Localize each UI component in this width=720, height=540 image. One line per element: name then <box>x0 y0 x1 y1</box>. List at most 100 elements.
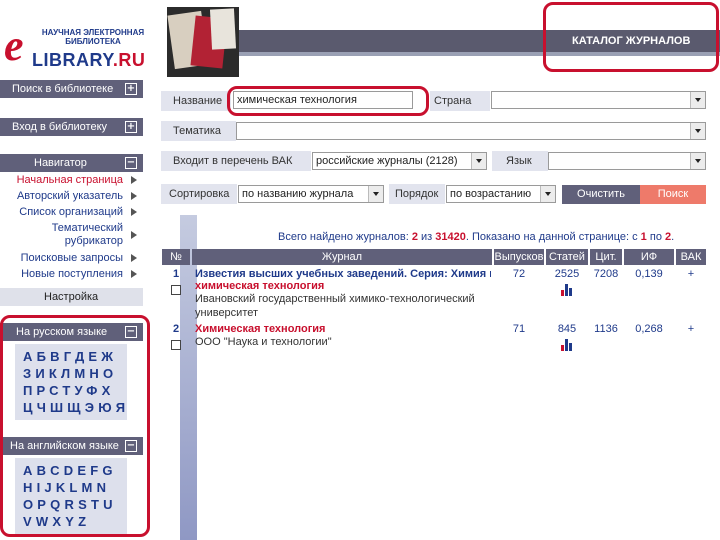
col-header-vak[interactable]: ВАК <box>676 249 706 265</box>
russian-head-label: На русском языке <box>16 326 108 338</box>
nav-item-home[interactable]: Начальная страница <box>0 172 143 188</box>
summary-found-count: 2 <box>411 231 418 243</box>
photo-magazine <box>209 8 237 50</box>
search-library-label: Поиск в библиотеке <box>12 83 114 95</box>
summary-total-count: 31420 <box>435 231 466 243</box>
chevron-down-icon <box>690 123 705 139</box>
minus-icon: − <box>125 440 137 452</box>
nav-item-label: Авторский указатель <box>16 190 123 202</box>
journal-title-link[interactable]: Химическая технология <box>195 322 491 336</box>
sort-select-value: по названию журнала <box>242 188 354 200</box>
vak-mark: + <box>687 268 695 280</box>
row-number: 1 <box>172 268 180 280</box>
journal-title-continuation[interactable]: химическая технология <box>195 279 324 293</box>
summary-of: из <box>421 231 433 243</box>
alphabet-row[interactable]: VWXYZ <box>23 513 123 530</box>
login-library-button[interactable]: Вход в библиотеку + <box>0 118 143 136</box>
logo-tagline: НАУЧНАЯ ЭЛЕКТРОННАЯ БИБЛИОТЕКА <box>41 28 145 46</box>
results-summary: Всего найдено журналов: 2 из 31420. Пока… <box>278 230 674 244</box>
arrow-right-icon <box>131 176 137 184</box>
english-alphabet-box: ABCDEFG HIJKLMN OPQRSTU VWXYZ <box>15 458 127 534</box>
chevron-down-icon <box>368 186 383 202</box>
issues-count: 72 <box>512 268 526 280</box>
alphabet-row[interactable]: HIJKLMN <box>23 479 123 496</box>
alphabet-row[interactable]: ЦЧШЩЭЮЯ <box>23 399 125 416</box>
arrow-right-icon <box>131 208 137 216</box>
sort-label: Сортировка <box>161 184 237 204</box>
summary-suffix: . <box>671 231 675 243</box>
nav-item-organizations[interactable]: Список организаций <box>0 204 143 220</box>
vak-mark: + <box>687 323 695 335</box>
logo-brand: LIBRARY.RU <box>32 50 145 70</box>
name-label: Название <box>161 91 231 111</box>
country-select[interactable] <box>491 91 706 109</box>
arrow-right-icon <box>131 270 137 278</box>
citations-count[interactable]: 1136 <box>590 322 622 336</box>
plus-icon: + <box>125 83 137 95</box>
col-header-impact[interactable]: ИФ РИНЦ <box>624 249 674 279</box>
header-strip <box>239 52 720 56</box>
alphabet-row[interactable]: АБВГДЕЖ <box>23 348 123 365</box>
order-label: Порядок <box>389 184 445 204</box>
articles-count[interactable]: 845 <box>546 322 588 336</box>
nav-item-authors[interactable]: Авторский указатель <box>0 188 143 204</box>
nav-item-queries[interactable]: Поисковые запросы <box>0 250 143 266</box>
nav-item-label: Тематический рубрикатор <box>51 222 123 247</box>
login-library-label: Вход в библиотеку <box>12 121 107 133</box>
nav-item-label: Список организаций <box>19 206 123 218</box>
search-button[interactable]: Поиск <box>640 185 706 204</box>
russian-alphabet-header[interactable]: На русском языке − <box>0 323 143 341</box>
order-select[interactable]: по возрастанию <box>446 185 556 203</box>
language-select[interactable] <box>548 152 706 170</box>
col-header-issues[interactable]: Выпусков <box>494 249 544 265</box>
sort-select[interactable]: по названию журнала <box>238 185 384 203</box>
alphabet-row[interactable]: OPQRSTU <box>23 496 123 513</box>
col-header-num: № <box>162 249 190 265</box>
citations-count[interactable]: 7208 <box>590 267 622 281</box>
nav-item-label: Поисковые запросы <box>20 252 123 264</box>
language-label: Язык <box>492 151 548 171</box>
chevron-down-icon <box>690 153 705 169</box>
alphabet-row[interactable]: ПРСТУФХ <box>23 382 123 399</box>
stats-chart-icon[interactable] <box>561 339 573 351</box>
chevron-down-icon <box>471 153 486 169</box>
navigator-header[interactable]: Навигатор − <box>0 154 143 172</box>
nav-item-label: Начальная страница <box>16 174 123 186</box>
logo-brand-ru: .RU <box>112 50 146 70</box>
chevron-down-icon <box>540 186 555 202</box>
nav-item-new-arrivals[interactable]: Новые поступления <box>0 266 143 282</box>
vak-select[interactable]: российские журналы (2128) <box>312 152 487 170</box>
topic-select[interactable] <box>236 122 706 140</box>
arrow-right-icon <box>131 192 137 200</box>
settings-button[interactable]: Настройка <box>0 288 143 306</box>
clear-button[interactable]: Очистить <box>562 185 640 204</box>
row-number: 2 <box>172 323 180 335</box>
arrow-right-icon <box>131 254 137 262</box>
col-header-citations[interactable]: Цит. <box>590 249 622 265</box>
page-title: КАТАЛОГ ЖУРНАЛОВ <box>572 35 691 47</box>
stats-chart-icon[interactable] <box>561 284 573 296</box>
journal-publisher: Ивановский государственный химико-технол… <box>195 293 475 319</box>
navigator-label: Навигатор <box>34 157 87 169</box>
nav-item-label: Новые поступления <box>21 268 123 280</box>
row-checkbox[interactable] <box>171 285 181 295</box>
elibrary-logo[interactable]: e НАУЧНАЯ ЭЛЕКТРОННАЯ БИБЛИОТЕКА LIBRARY… <box>4 22 154 72</box>
english-alphabet-header[interactable]: На английском языке − <box>0 437 143 455</box>
settings-label: Настройка <box>44 291 99 303</box>
search-library-button[interactable]: Поиск в библиотеке + <box>0 80 143 98</box>
chevron-down-icon <box>690 92 705 108</box>
articles-count[interactable]: 2525 <box>546 267 588 281</box>
logo-brand-main: LIBRARY <box>32 50 113 70</box>
journal-name-input[interactable] <box>233 91 413 109</box>
row-checkbox[interactable] <box>171 340 181 350</box>
col-header-articles[interactable]: Статей <box>546 249 588 265</box>
topic-label: Тематика <box>161 121 236 141</box>
col-header-journal[interactable]: Журнал <box>192 249 492 265</box>
alphabet-row[interactable]: ЗИКЛМНО <box>23 365 123 382</box>
russian-alphabet-box: АБВГДЕЖ ЗИКЛМНО ПРСТУФХ ЦЧШЩЭЮЯ <box>15 344 127 420</box>
impact-factor: 0,268 <box>635 323 663 335</box>
vak-label: Входит в перечень ВАК <box>161 151 311 171</box>
order-select-value: по возрастанию <box>450 188 532 200</box>
alphabet-row[interactable]: ABCDEFG <box>23 462 123 479</box>
nav-item-rubricator[interactable]: Тематический рубрикатор <box>0 220 143 250</box>
